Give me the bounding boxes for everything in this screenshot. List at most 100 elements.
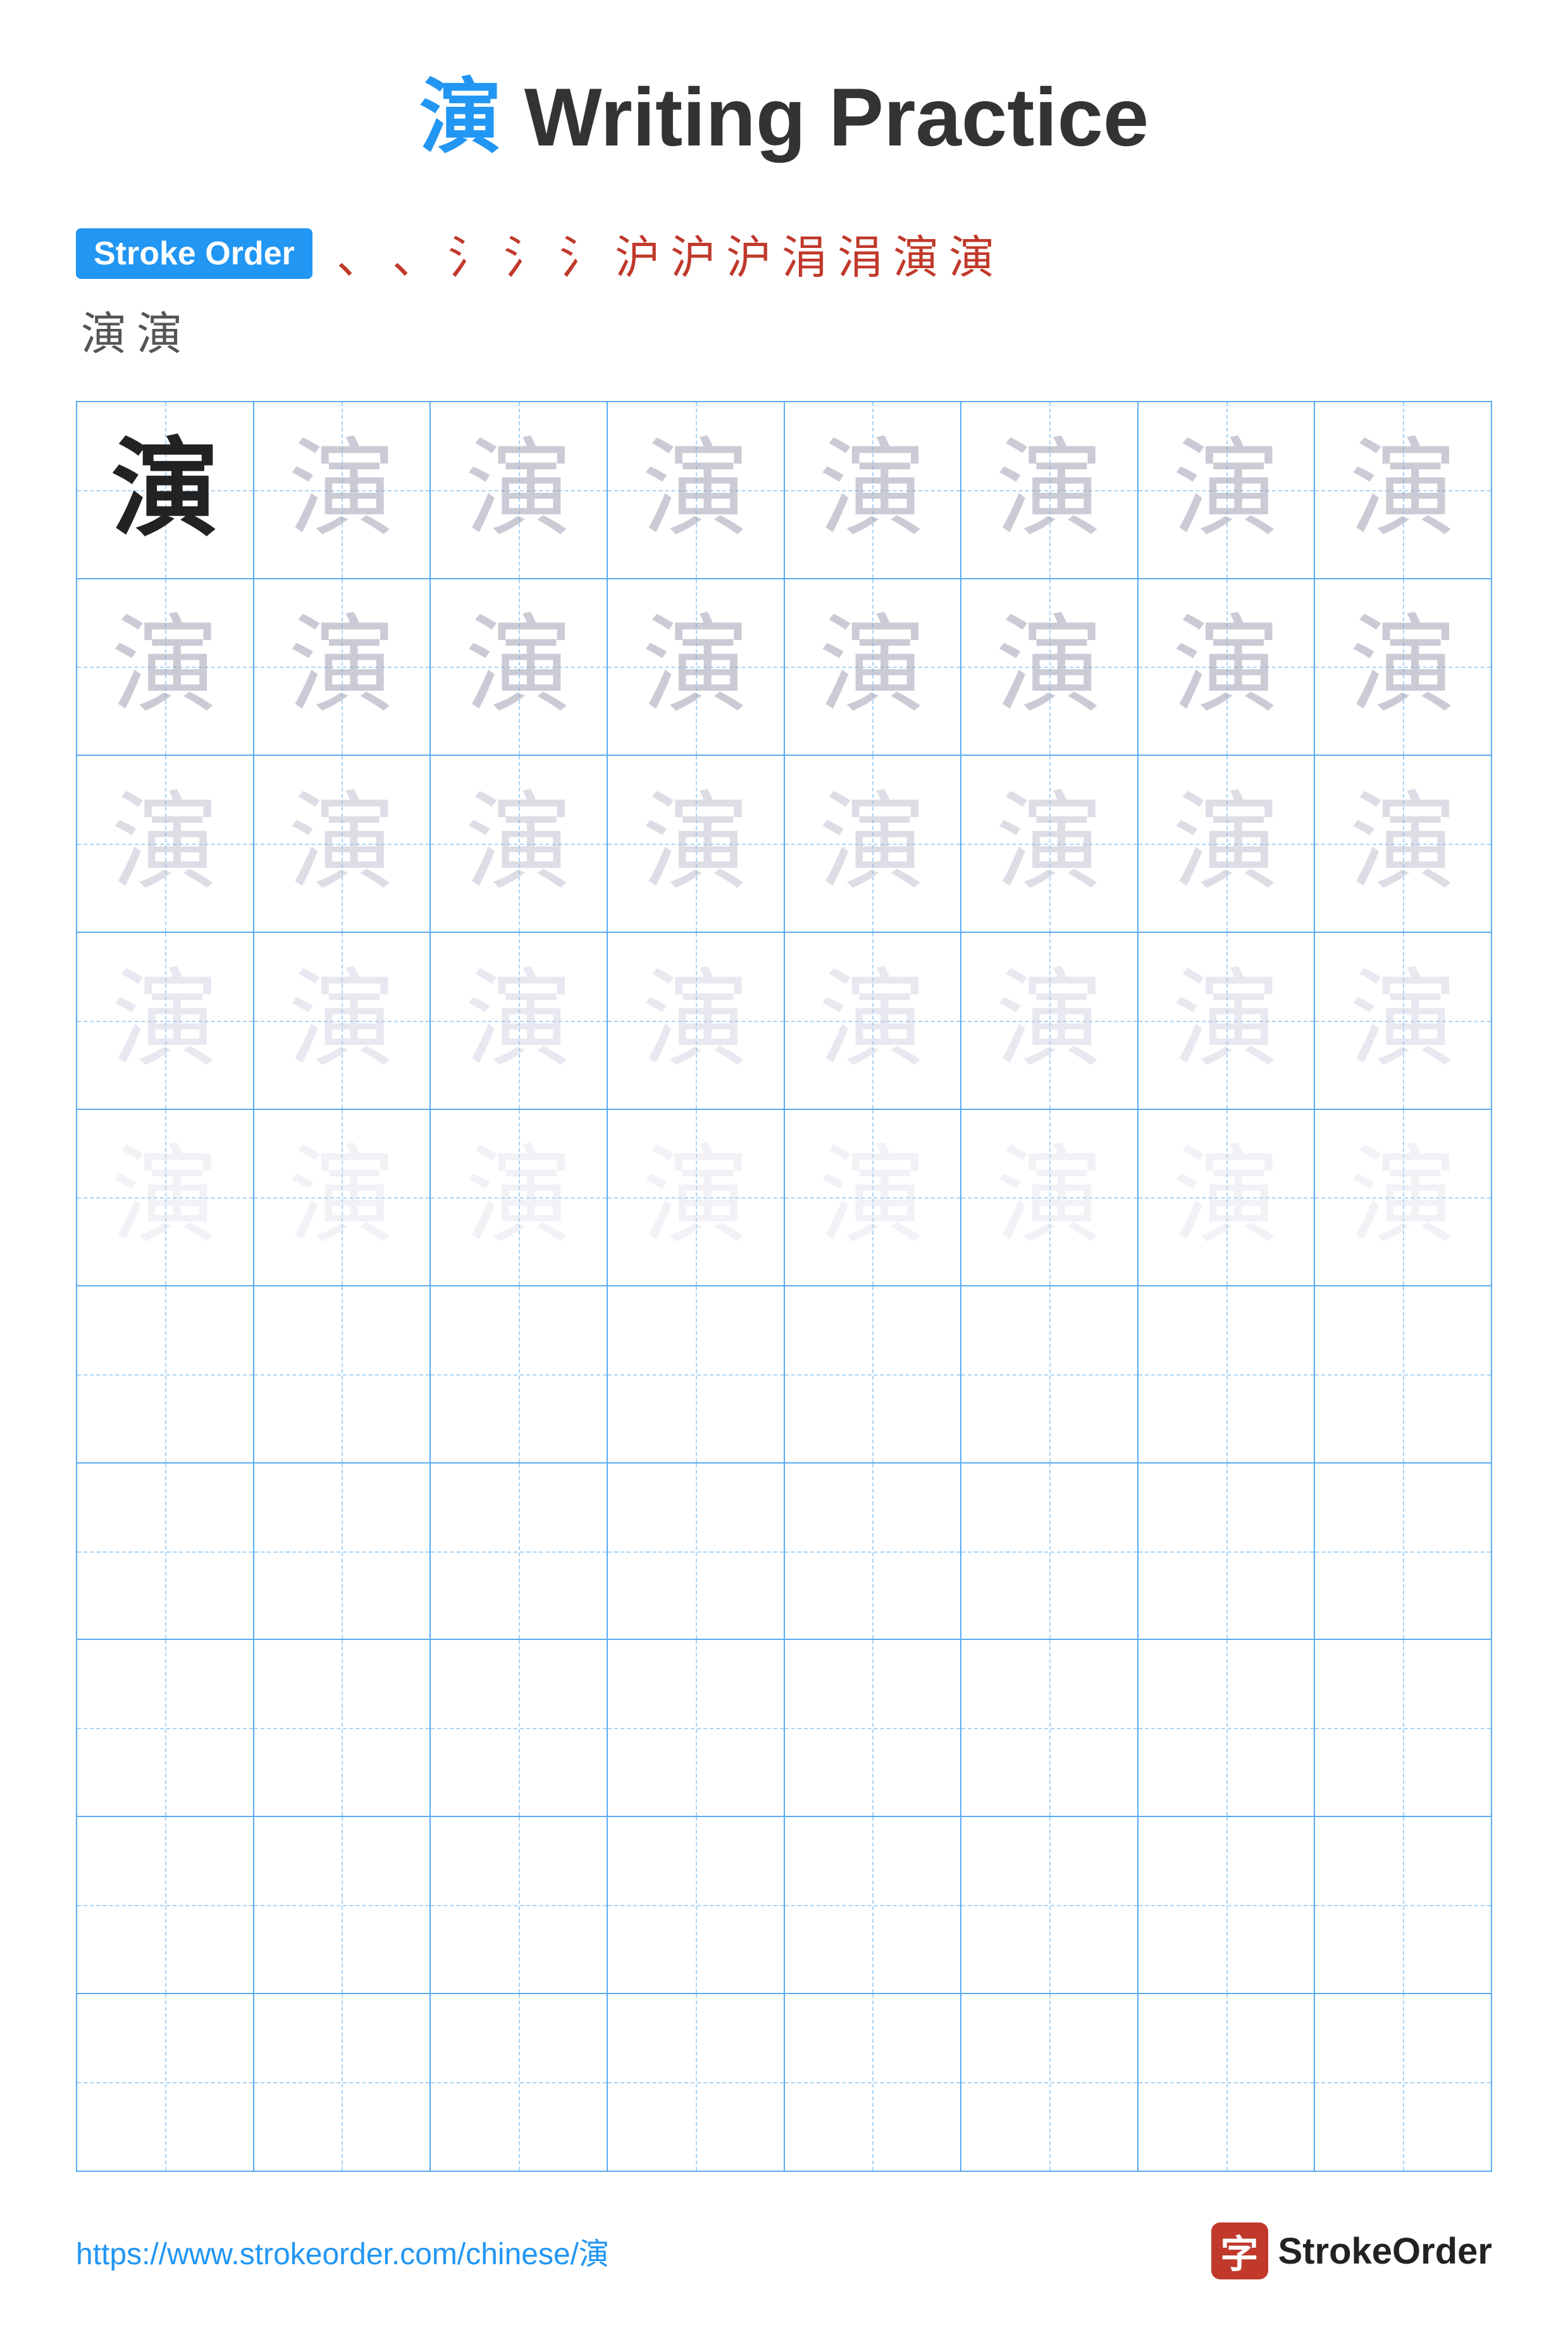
stroke-s2: 、 (392, 220, 438, 287)
grid-cell-8-1[interactable] (77, 1640, 254, 1817)
grid-cell-7-8[interactable] (1315, 1464, 1491, 1641)
grid-cell-9-8[interactable] (1315, 1817, 1491, 1994)
grid-cell-5-4[interactable]: 演 (608, 1110, 785, 1287)
grid-cell-2-5[interactable]: 演 (785, 579, 962, 756)
stroke-order-extra: 演 演 (76, 297, 187, 363)
grid-cell-9-3[interactable] (431, 1817, 608, 1994)
grid-cell-10-5[interactable] (785, 1994, 962, 2171)
grid-cell-1-5[interactable]: 演 (785, 402, 962, 579)
grid-cell-8-5[interactable] (785, 1640, 962, 1817)
grid-cell-7-1[interactable] (77, 1464, 254, 1641)
grid-cell-6-1[interactable] (77, 1286, 254, 1464)
grid-cell-9-2[interactable] (254, 1817, 431, 1994)
grid-cell-6-4[interactable] (608, 1286, 785, 1464)
grid-row-9 (77, 1817, 1491, 1994)
grid-cell-10-6[interactable] (961, 1994, 1139, 2171)
grid-cell-1-3[interactable]: 演 (431, 402, 608, 579)
grid-cell-9-7[interactable] (1139, 1817, 1316, 1994)
grid-cell-5-5[interactable]: 演 (785, 1110, 962, 1287)
stroke-s12: 演 (949, 220, 994, 287)
grid-cell-7-7[interactable] (1139, 1464, 1316, 1641)
grid-cell-5-2[interactable]: 演 (254, 1110, 431, 1287)
grid-cell-3-4[interactable]: 演 (608, 756, 785, 933)
grid-cell-4-6[interactable]: 演 (961, 933, 1139, 1110)
grid-cell-5-8[interactable]: 演 (1315, 1110, 1491, 1287)
grid-cell-7-4[interactable] (608, 1464, 785, 1641)
grid-cell-8-3[interactable] (431, 1640, 608, 1817)
grid-cell-7-5[interactable] (785, 1464, 962, 1641)
grid-cell-4-4[interactable]: 演 (608, 933, 785, 1110)
grid-cell-8-6[interactable] (961, 1640, 1139, 1817)
stroke-s10: 涓 (837, 220, 883, 287)
grid-cell-9-1[interactable] (77, 1817, 254, 1994)
grid-cell-1-2[interactable]: 演 (254, 402, 431, 579)
grid-cell-3-5[interactable]: 演 (785, 756, 962, 933)
grid-cell-10-4[interactable] (608, 1994, 785, 2171)
grid-cell-4-2[interactable]: 演 (254, 933, 431, 1110)
grid-cell-1-1[interactable]: 演 (77, 402, 254, 579)
grid-cell-4-5[interactable]: 演 (785, 933, 962, 1110)
stroke-s5: 氵 (559, 220, 605, 287)
grid-cell-1-6[interactable]: 演 (961, 402, 1139, 579)
grid-cell-2-6[interactable]: 演 (961, 579, 1139, 756)
grid-cell-3-8[interactable]: 演 (1315, 756, 1491, 933)
grid-cell-8-7[interactable] (1139, 1640, 1316, 1817)
stroke-s8: 沪 (726, 220, 772, 287)
grid-cell-1-4[interactable]: 演 (608, 402, 785, 579)
grid-cell-7-3[interactable] (431, 1464, 608, 1641)
grid-cell-2-3[interactable]: 演 (431, 579, 608, 756)
grid-cell-2-4[interactable]: 演 (608, 579, 785, 756)
grid-cell-9-6[interactable] (961, 1817, 1139, 1994)
grid-cell-7-6[interactable] (961, 1464, 1139, 1641)
grid-cell-6-8[interactable] (1315, 1286, 1491, 1464)
stroke-s6: 沪 (615, 220, 660, 287)
grid-row-4: 演 演 演 演 演 演 演 演 (77, 933, 1491, 1110)
stroke-extra-1: 演 (81, 297, 127, 363)
grid-cell-6-2[interactable] (254, 1286, 431, 1464)
grid-cell-4-3[interactable]: 演 (431, 933, 608, 1110)
grid-cell-1-8[interactable]: 演 (1315, 402, 1491, 579)
grid-cell-3-6[interactable]: 演 (961, 756, 1139, 933)
grid-cell-6-6[interactable] (961, 1286, 1139, 1464)
stroke-s1: 、 (336, 220, 382, 287)
grid-cell-5-7[interactable]: 演 (1139, 1110, 1316, 1287)
stroke-s11: 演 (893, 220, 939, 287)
grid-cell-2-1[interactable]: 演 (77, 579, 254, 756)
grid-cell-9-4[interactable] (608, 1817, 785, 1994)
grid-cell-10-1[interactable] (77, 1994, 254, 2171)
grid-cell-2-2[interactable]: 演 (254, 579, 431, 756)
grid-row-6 (77, 1286, 1491, 1464)
grid-cell-7-2[interactable] (254, 1464, 431, 1641)
grid-cell-8-2[interactable] (254, 1640, 431, 1817)
grid-cell-6-7[interactable] (1139, 1286, 1316, 1464)
grid-cell-5-1[interactable]: 演 (77, 1110, 254, 1287)
grid-row-3: 演 演 演 演 演 演 演 演 (77, 756, 1491, 933)
grid-cell-5-3[interactable]: 演 (431, 1110, 608, 1287)
grid-cell-8-4[interactable] (608, 1640, 785, 1817)
grid-cell-5-6[interactable]: 演 (961, 1110, 1139, 1287)
grid-cell-2-8[interactable]: 演 (1315, 579, 1491, 756)
page: 演 Writing Practice Stroke Order 、 、 氵 氵 … (0, 0, 1568, 2330)
grid-cell-4-1[interactable]: 演 (77, 933, 254, 1110)
grid-cell-3-1[interactable]: 演 (77, 756, 254, 933)
grid-cell-4-8[interactable]: 演 (1315, 933, 1491, 1110)
grid-cell-10-3[interactable] (431, 1994, 608, 2171)
stroke-s3: 氵 (448, 220, 493, 287)
grid-cell-4-7[interactable]: 演 (1139, 933, 1316, 1110)
stroke-extra-2: 演 (137, 297, 182, 363)
grid-cell-10-2[interactable] (254, 1994, 431, 2171)
footer-logo: 字 StrokeOrder (1211, 2222, 1492, 2279)
grid-cell-1-7[interactable]: 演 (1139, 402, 1316, 579)
grid-cell-3-2[interactable]: 演 (254, 756, 431, 933)
grid-cell-6-3[interactable] (431, 1286, 608, 1464)
grid-cell-8-8[interactable] (1315, 1640, 1491, 1817)
footer-url[interactable]: https://www.strokeorder.com/chinese/演 (76, 2229, 609, 2273)
title-chinese-char: 演 (419, 71, 502, 163)
grid-cell-3-3[interactable]: 演 (431, 756, 608, 933)
grid-cell-3-7[interactable]: 演 (1139, 756, 1316, 933)
grid-cell-10-7[interactable] (1139, 1994, 1316, 2171)
grid-cell-10-8[interactable] (1315, 1994, 1491, 2171)
grid-cell-2-7[interactable]: 演 (1139, 579, 1316, 756)
grid-cell-6-5[interactable] (785, 1286, 962, 1464)
grid-cell-9-5[interactable] (785, 1817, 962, 1994)
